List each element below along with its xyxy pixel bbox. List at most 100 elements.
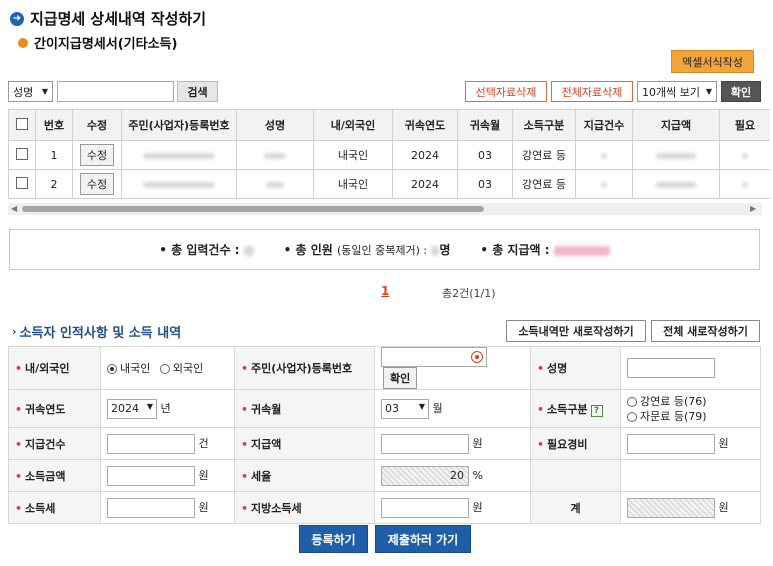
total-persons: • 총 인원 (동일인 중복제거) : 명 (284, 241, 451, 258)
income-type-label: • 소득구분? (530, 389, 621, 428)
page-size-confirm-button[interactable]: 확인 (721, 81, 761, 102)
masked-reg-no (121, 169, 237, 199)
total-count: • 총 입력건수 : (159, 241, 254, 258)
excel-template-button[interactable]: 엑셀서식작성 (671, 50, 754, 73)
go-submit-button[interactable]: 제출하러 가기 (375, 525, 471, 553)
total-amount-label: • 총 지급액 : (480, 243, 550, 257)
tax-rate-input: 20 (381, 465, 469, 486)
page-size-select-value: 10개씩 보기 (642, 85, 700, 99)
row-checkbox[interactable] (16, 176, 28, 189)
unit-label: 년 (160, 401, 171, 415)
tax-rate-value: 20 (450, 468, 464, 482)
reg-no-cell: 확인 (374, 346, 531, 390)
delete-selected-button[interactable]: 선택자료삭제 (465, 81, 547, 102)
pay-count-input[interactable] (107, 433, 195, 454)
column-header: 주민(사업자)등록번호 (121, 109, 237, 141)
masked-value (601, 152, 607, 159)
table-row[interactable]: 1 수정 내국인 2024 03 강연료 등 (8, 140, 770, 170)
chevron-down-icon: ▼ (418, 401, 425, 411)
year-select[interactable]: 2024 ▼ (107, 398, 157, 419)
total-label: 계 (530, 491, 621, 524)
chevron-right-icon: › (12, 325, 17, 338)
required-mark: • (537, 402, 545, 416)
required-mark: • (241, 402, 249, 416)
unit-label: 원 (472, 436, 483, 450)
edit-button[interactable]: 수정 (79, 144, 115, 166)
new-all-button[interactable]: 전체 새로작성하기 (651, 320, 760, 342)
column-header: 내/외국인 (313, 109, 393, 141)
required-mark: • (15, 402, 23, 416)
income-type-advisory-radio[interactable] (627, 411, 637, 422)
help-icon[interactable]: ? (590, 404, 603, 417)
nationality-domestic-radio[interactable] (107, 364, 117, 374)
expense-label: • 필요경비 (530, 427, 621, 460)
local-tax-input[interactable] (381, 497, 469, 518)
label-text: 지급건수 (25, 437, 66, 451)
required-mark: • (15, 469, 23, 483)
row-year: 2024 (392, 140, 458, 170)
label-text: 귀속월 (251, 402, 282, 416)
masked-value (143, 181, 215, 188)
chevron-down-icon: ▼ (41, 87, 48, 96)
label-text: 귀속연도 (25, 402, 66, 416)
label-text: 소득구분 (547, 402, 588, 416)
register-button[interactable]: 등록하기 (299, 525, 368, 553)
expense-input[interactable] (627, 433, 715, 454)
label-text: 소득세 (25, 501, 56, 515)
delete-all-button[interactable]: 전체자료삭제 (551, 81, 633, 102)
masked-count (575, 169, 633, 199)
month-select[interactable]: 03 ▼ (381, 398, 429, 419)
masked-value (264, 152, 286, 159)
page-title: ➜ 지급명세 상세내역 작성하기 (10, 8, 206, 29)
income-amount-input[interactable] (107, 465, 195, 486)
search-input[interactable] (57, 81, 174, 102)
form-row: • 소득금액 원 • 세율 20 % (8, 459, 761, 492)
year-select-value: 2024 (111, 401, 139, 415)
required-mark: • (537, 437, 545, 451)
chevron-down-icon: ▼ (146, 401, 153, 411)
table-row[interactable]: 2 수정 내국인 2024 03 강연료 등 (8, 169, 770, 199)
expense-cell: 원 (620, 427, 761, 460)
page-title-text: 지급명세 상세내역 작성하기 (30, 10, 207, 28)
column-header: 번호 (35, 109, 73, 141)
masked-amount (632, 140, 720, 170)
radio-label: 자문료 등(79) (640, 409, 707, 423)
total-persons-suffix: 명 (439, 243, 451, 257)
pay-amount-input[interactable] (381, 433, 469, 454)
unit-label: 건 (198, 436, 209, 450)
month-label: • 귀속월 (234, 389, 375, 428)
masked-value (742, 181, 748, 188)
search-button[interactable]: 검색 (177, 81, 218, 102)
reg-no-input[interactable] (381, 347, 487, 367)
local-tax-label: • 지방소득세 (234, 491, 375, 524)
masked-value (742, 152, 748, 159)
pay-count-cell: 건 (100, 427, 235, 460)
reg-no-label: • 주민(사업자)등록번호 (234, 346, 375, 390)
income-form: • 내/외국인 내국인 외국인 • 주민(사업자)등록번호 확인 • 성명 • 귀속연도… (8, 346, 761, 524)
form-row: • 소득세 원 • 지방소득세 원 계 원 (8, 491, 761, 524)
nationality-foreign-radio[interactable] (159, 364, 170, 374)
income-type-lecture-radio[interactable] (627, 396, 637, 407)
reg-no-confirm-button[interactable]: 확인 (383, 367, 418, 389)
search-field-select[interactable]: 성명 ▼ (8, 81, 53, 102)
year-label: • 귀속연도 (8, 389, 101, 428)
label-text: 지방소득세 (251, 501, 302, 515)
pagination-current-page[interactable]: 1 (381, 284, 389, 298)
empty-cell (620, 459, 761, 492)
row-month: 03 (457, 169, 513, 199)
edit-button[interactable]: 수정 (79, 173, 115, 195)
required-mark: • (241, 469, 249, 483)
page-size-select[interactable]: 10개씩 보기 ▼ (637, 81, 717, 102)
scrollbar-thumb[interactable] (22, 206, 484, 212)
income-tax-input[interactable] (107, 497, 195, 518)
select-all-checkbox[interactable] (16, 117, 28, 130)
scroll-right-icon[interactable]: ▶ (750, 204, 756, 213)
unit-label: 원 (718, 500, 729, 514)
name-input[interactable] (627, 358, 715, 378)
new-income-only-button[interactable]: 소득내역만 새로작성하기 (506, 320, 646, 342)
scroll-left-icon[interactable]: ◀ (11, 204, 17, 213)
row-checkbox[interactable] (16, 147, 28, 160)
pay-amount-cell: 원 (374, 427, 531, 460)
column-header: 귀속연도 (392, 109, 458, 141)
pay-count-label: • 지급건수 (8, 427, 101, 460)
